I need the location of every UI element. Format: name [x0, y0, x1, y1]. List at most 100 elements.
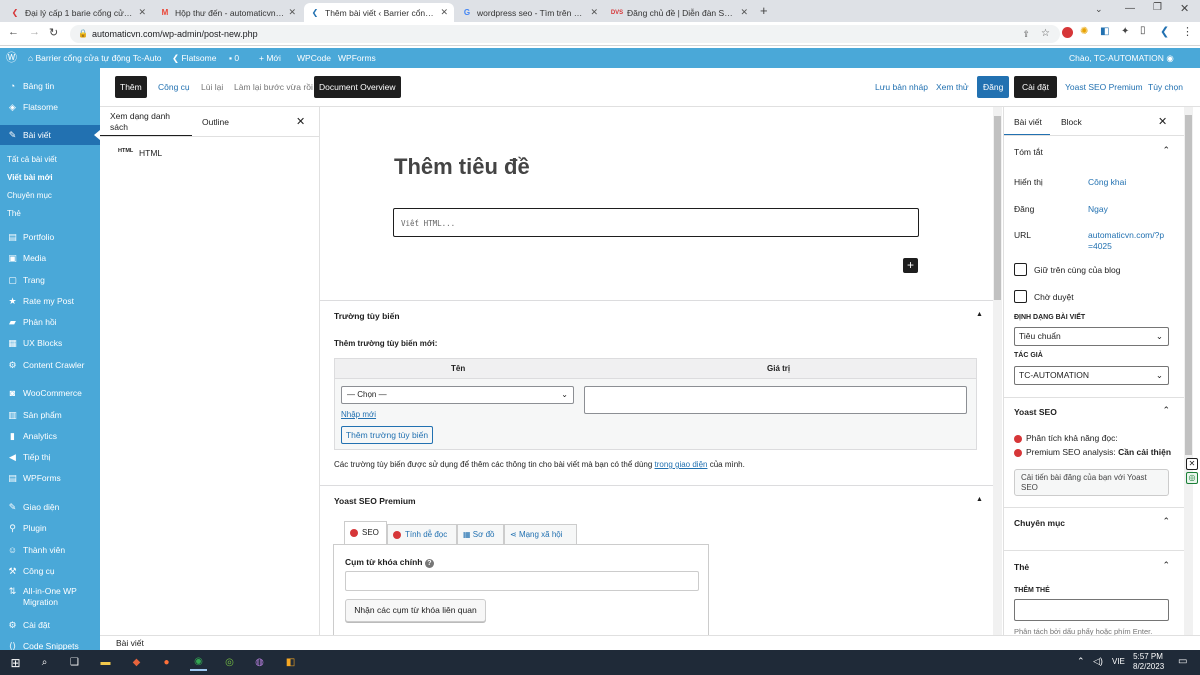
close-icon[interactable]: ✕: [1158, 115, 1167, 128]
sidebar-item-appearance[interactable]: ✎ Giao diện: [0, 497, 100, 517]
browser-tab[interactable]: ❮ Đại lý cấp 1 barie cổng cửa tự độ ✕: [4, 3, 152, 22]
author-select[interactable]: TC-AUTOMATION ⌄: [1014, 366, 1169, 385]
html-block-textarea[interactable]: Viết HTML...: [393, 208, 919, 237]
scrollbar-thumb[interactable]: [994, 116, 1001, 300]
tab-block[interactable]: Block: [1061, 117, 1082, 127]
close-icon[interactable]: ✕: [590, 7, 598, 18]
yoast-tab-schema[interactable]: ▦ Sơ đồ: [457, 524, 504, 545]
theme-link[interactable]: trong giao diện: [655, 460, 708, 469]
sidebar-item-products[interactable]: ▥ Sản phẩm: [0, 405, 100, 425]
pending-review-checkbox[interactable]: [1014, 290, 1027, 303]
yoast-tab-readability[interactable]: Tính dễ đọc: [387, 524, 457, 545]
collapse-arrow-icon[interactable]: ▲: [976, 496, 983, 503]
volume-icon[interactable]: ◁): [1093, 656, 1103, 667]
sidebar-item-rate-my-post[interactable]: ★ Rate my Post: [0, 291, 100, 311]
extensions-puzzle-icon[interactable]: ✦: [1121, 26, 1129, 37]
site-name-link[interactable]: ⌂ Barrier cổng cửa tự động Tc-Auto: [28, 48, 162, 68]
tab-list-view[interactable]: Xem dạng danh sách: [110, 111, 190, 133]
sidebar-item-dashboard[interactable]: ◔ Bảng tin: [0, 76, 100, 96]
windows-start-icon[interactable]: ⊞: [7, 654, 24, 671]
sidebar-item-wpforms[interactable]: ▤ WPForms: [0, 468, 100, 488]
task-view-icon[interactable]: ❑: [66, 654, 83, 671]
chrome-icon[interactable]: ◉: [190, 654, 207, 671]
new-tab-button[interactable]: +: [760, 3, 768, 18]
scrollbar-thumb[interactable]: [1185, 115, 1192, 455]
yoast-section-title[interactable]: Yoast SEO: [1014, 407, 1057, 417]
close-icon[interactable]: ✕: [296, 115, 305, 128]
sidebar-item-plugins[interactable]: ⚲ Plugin: [0, 518, 100, 538]
sidebar-item-code-snippets[interactable]: ⟨⟩ Code Snippets: [0, 636, 100, 651]
sticky-checkbox[interactable]: [1014, 263, 1027, 276]
chevron-up-icon[interactable]: ⌃: [1162, 516, 1170, 527]
sidebar-item-media[interactable]: ▣ Media: [0, 248, 100, 268]
tab-outline[interactable]: Outline: [202, 117, 229, 127]
new-content-link[interactable]: + Mới: [259, 48, 281, 68]
custom-field-value-textarea[interactable]: [584, 386, 967, 414]
close-icon[interactable]: ✕: [740, 7, 748, 18]
sidebar-item-tools[interactable]: ⚒ Công cụ: [0, 561, 100, 581]
file-explorer-icon[interactable]: ▬: [97, 654, 114, 671]
publish-date-link[interactable]: Ngay: [1088, 204, 1108, 214]
theme-link[interactable]: ❮ Flatsome: [172, 48, 216, 68]
forward-icon[interactable]: →: [29, 26, 40, 38]
bookmark-star-icon[interactable]: ☆: [1041, 25, 1050, 43]
firefox-icon[interactable]: ●: [158, 654, 175, 671]
sidebar-toggle-icon[interactable]: ▯: [1140, 25, 1146, 36]
sidebar-item-migration[interactable]: ⇅ All-in-One WP Migration: [0, 586, 100, 612]
browser-tab[interactable]: G wordpress seo - Tìm trên Google ✕: [456, 3, 604, 22]
submenu-categories[interactable]: Chuyên mục: [0, 187, 100, 204]
extension-icon[interactable]: ✺: [1080, 26, 1088, 37]
tools-button[interactable]: Công cụ: [153, 76, 195, 98]
wpforms-link[interactable]: WPForms: [338, 48, 376, 68]
wordpress-logo-icon[interactable]: Ⓦ: [6, 48, 17, 68]
app-icon[interactable]: ◎: [221, 654, 238, 671]
save-draft-button[interactable]: Lưu bản nháp: [870, 76, 933, 98]
sidebar-scrollbar[interactable]: [1184, 107, 1193, 635]
back-icon[interactable]: ←: [8, 26, 19, 38]
browser-tab[interactable]: M Hộp thư đến - automaticvn01@g ✕: [154, 3, 302, 22]
close-icon[interactable]: ✕: [440, 7, 448, 18]
improve-post-button[interactable]: Cải tiến bài đăng của bạn với Yoast SEO: [1014, 469, 1169, 496]
document-overview-button[interactable]: Document Overview: [314, 76, 401, 98]
close-icon[interactable]: ✕: [288, 7, 296, 18]
options-button[interactable]: Tùy chọn: [1143, 76, 1188, 98]
add-block-button[interactable]: Thêm: [115, 76, 147, 98]
collapse-arrow-icon[interactable]: ▲: [976, 311, 983, 318]
chevron-up-icon[interactable]: ⌃: [1162, 560, 1170, 571]
sidebar-item-flatsome[interactable]: ◈ Flatsome: [0, 97, 100, 117]
summary-section-title[interactable]: Tóm tắt: [1014, 147, 1043, 157]
canvas-scrollbar[interactable]: [993, 107, 1002, 635]
preview-button[interactable]: Xem thử: [931, 76, 974, 98]
sidebar-item-pages[interactable]: ▢ Trang: [0, 270, 100, 290]
related-keyphrase-button[interactable]: Nhận các cụm từ khóa liên quan: [345, 599, 486, 622]
close-icon[interactable]: ✕: [138, 7, 146, 18]
visibility-link[interactable]: Công khai: [1088, 177, 1126, 187]
post-format-select[interactable]: Tiêu chuẩn ⌄: [1014, 327, 1169, 346]
yoast-tab-social[interactable]: ⋖ Mạng xã hội: [504, 524, 577, 545]
sidebar-item-content-crawler[interactable]: ⚙ Content Crawler: [0, 355, 100, 375]
yoast-tab-seo[interactable]: SEO: [344, 521, 387, 545]
breadcrumb-item[interactable]: Bài viết: [116, 638, 144, 648]
language-indicator[interactable]: VIE: [1112, 657, 1125, 666]
tab-post[interactable]: Bài viết: [1014, 117, 1042, 127]
chevron-up-icon[interactable]: ⌃: [1162, 145, 1170, 156]
minimize-button[interactable]: —: [1125, 3, 1135, 14]
browser-tab[interactable]: DVS Đăng chủ đề | Diễn đàn SEO & Đ ✕: [606, 3, 754, 22]
sidebar-item-marketing[interactable]: ◀ Tiếp thị: [0, 447, 100, 467]
add-block-plus-icon[interactable]: +: [903, 258, 918, 273]
search-icon[interactable]: ⌕: [36, 654, 53, 671]
add-custom-field-button[interactable]: Thêm trường tùy biến: [341, 426, 433, 444]
tags-section-title[interactable]: Thẻ: [1014, 562, 1029, 572]
sidebar-item-analytics[interactable]: ▮ Analytics: [0, 426, 100, 446]
submenu-all-posts[interactable]: Tất cả bài viết: [0, 151, 100, 168]
post-title-input[interactable]: Thêm tiêu đề: [394, 154, 530, 180]
browser-tab-active[interactable]: ❮ Thêm bài viết ‹ Barrier cổng cửa t ✕: [304, 3, 454, 22]
url-bar[interactable]: 🔒 automaticvn.com/wp-admin/post-new.php …: [70, 25, 1060, 43]
share-icon[interactable]: ⇪: [1022, 25, 1030, 43]
reload-icon[interactable]: ↻: [49, 26, 58, 39]
settings-button[interactable]: Cài đặt: [1014, 76, 1057, 98]
enter-new-link[interactable]: Nhập mới: [341, 410, 376, 419]
sidebar-item-posts[interactable]: ✎ Bài viết: [0, 125, 100, 145]
help-icon[interactable]: ?: [424, 559, 434, 568]
sidebar-item-ux-blocks[interactable]: ▦ UX Blocks: [0, 333, 100, 353]
